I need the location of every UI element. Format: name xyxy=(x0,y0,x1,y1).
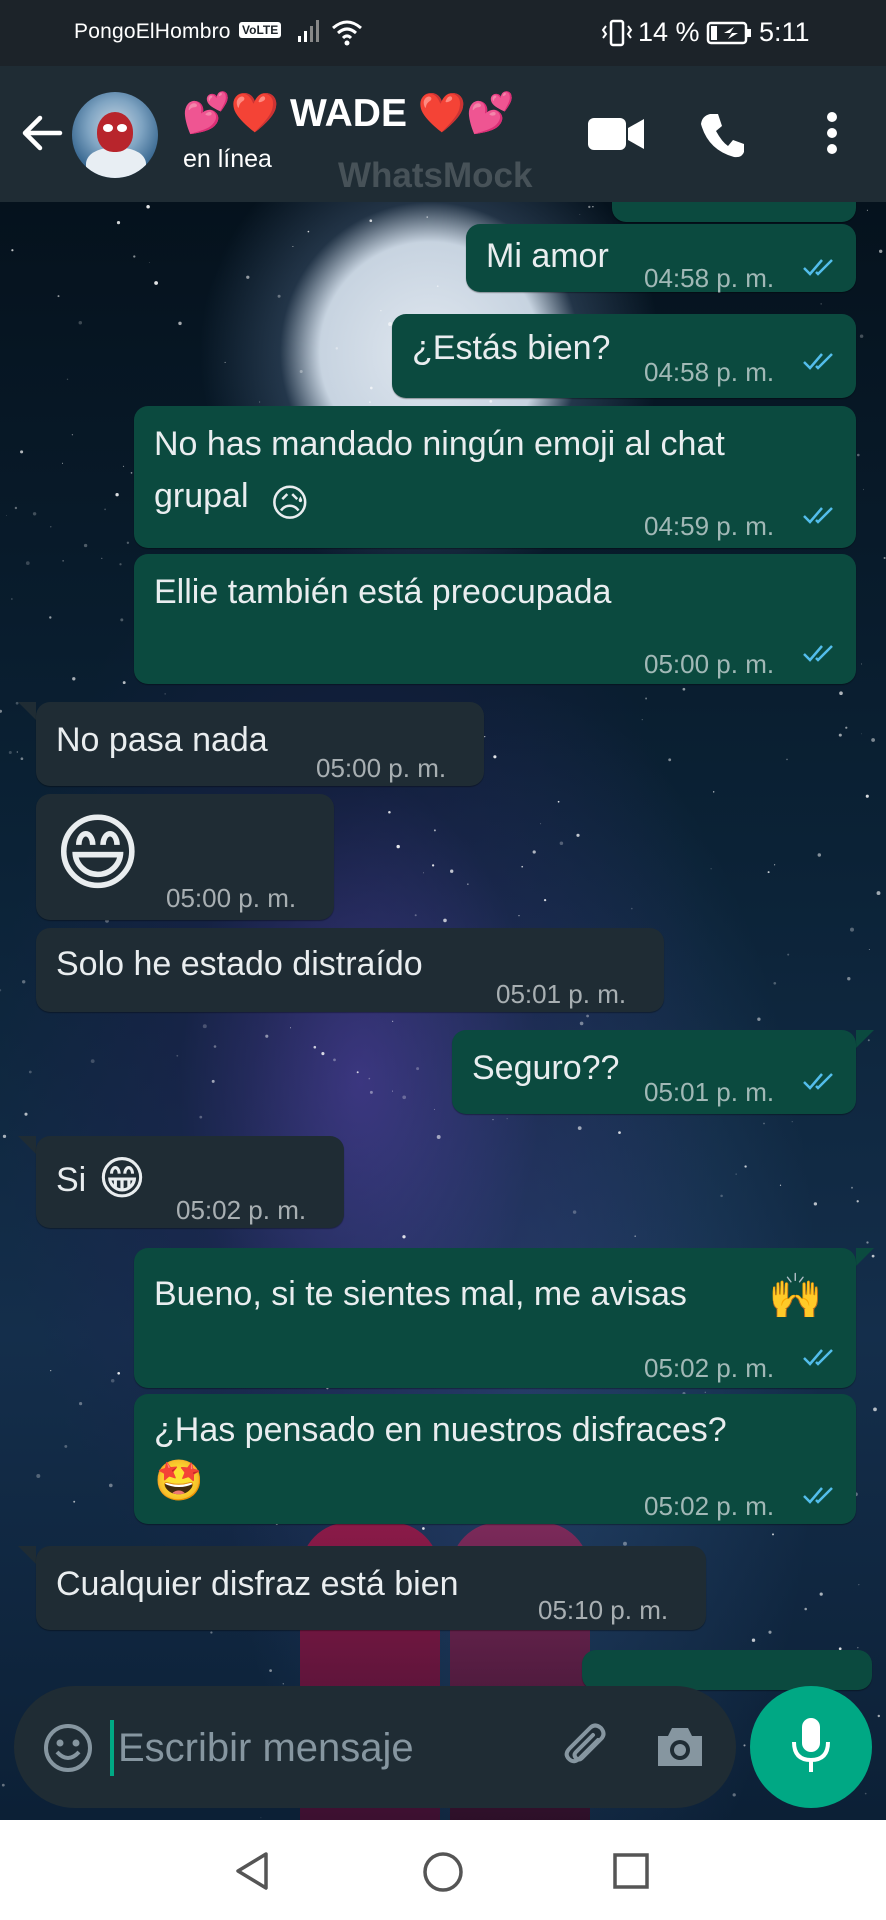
message-bubble-out[interactable]: Mi amor 04:58 p. m. xyxy=(466,224,856,293)
message-time: 04:58 p. m. xyxy=(644,357,775,387)
message-time: 05:00 p. m. xyxy=(316,753,447,783)
message-bubble-in[interactable]: Cualquier disfraz está bien 05:10 p. m. xyxy=(36,1546,706,1630)
message-bubble-out[interactable]: Ellie también está preocupada 05:00 p. m… xyxy=(134,554,856,684)
grin-emoji: 😄 xyxy=(54,806,142,900)
message-text: Cualquier disfraz está bien xyxy=(56,1565,459,1603)
watermark: WhatsMock xyxy=(338,156,533,195)
message-time: 04:58 p. m. xyxy=(644,263,775,293)
volte-badge: VoLTE xyxy=(239,22,282,38)
sad-emoji: 😥 xyxy=(270,483,310,525)
message-bubble-out[interactable]: Seguro?? 05:01 p. m. xyxy=(452,1030,856,1114)
battery-icon xyxy=(706,21,751,45)
message-time: 05:02 p. m. xyxy=(644,1353,775,1383)
message-bubble-out[interactable]: ¿Has pensado en nuestros disfraces? 🤩 05… xyxy=(134,1394,856,1524)
read-tick-icon xyxy=(803,1349,833,1366)
message-time: 05:00 p. m. xyxy=(644,649,775,679)
message-bubble-in[interactable]: Si 😁 05:02 p. m. xyxy=(36,1136,344,1228)
status-bar: PongoElHombro VoLTE 14 % 5:11 xyxy=(0,0,886,66)
clock: 5:11 xyxy=(759,17,810,47)
message-text: grupal xyxy=(154,477,249,515)
message-input[interactable] xyxy=(118,1716,558,1780)
message-bubble-in[interactable]: Solo he estado distraído 05:01 p. m. xyxy=(36,928,664,1012)
read-tick-icon xyxy=(803,1487,833,1504)
star-struck-emoji: 🤩 xyxy=(154,1459,204,1503)
chat-area[interactable]: Mi amor 04:58 p. m. ¿Estás bien? 04:58 p… xyxy=(0,202,886,1820)
attach-icon[interactable] xyxy=(560,1720,616,1776)
contact-status: en línea xyxy=(183,145,272,173)
message-bubble-out[interactable]: Bueno, si te sientes mal, me avisas 🙌 05… xyxy=(134,1248,856,1388)
phone-icon[interactable] xyxy=(698,110,748,160)
beaming-emoji: 😁 xyxy=(98,1152,146,1204)
wifi-icon xyxy=(332,20,362,46)
raising-hands-emoji: 🙌 xyxy=(768,1272,823,1321)
message-text: Mi amor xyxy=(486,237,609,275)
message-composer xyxy=(14,1686,736,1808)
message-text: ¿Has pensado en nuestros disfraces? xyxy=(154,1411,727,1449)
bubble-tail xyxy=(856,1248,874,1266)
message-bubble-out[interactable]: No has mandado ningún emoji al chat grup… xyxy=(134,406,856,548)
message-bubble-in[interactable]: No pasa nada 05:00 p. m. xyxy=(36,702,484,786)
read-tick-icon xyxy=(803,507,833,524)
mic-button[interactable] xyxy=(750,1686,872,1808)
message-bubble-partial xyxy=(612,202,856,222)
read-tick-icon xyxy=(803,353,833,370)
bubble-tail xyxy=(18,1136,36,1154)
message-bubble-out[interactable]: ¿Estás bien? 04:58 p. m. xyxy=(392,314,856,398)
system-nav-bar xyxy=(0,1820,886,1920)
vibrate-icon xyxy=(601,19,633,47)
signal-icon xyxy=(298,20,319,42)
message-text: Seguro?? xyxy=(472,1049,620,1087)
message-text: Solo he estado distraído xyxy=(56,945,423,983)
nav-recent-icon[interactable] xyxy=(612,1852,650,1890)
message-text: No pasa nada xyxy=(56,721,268,759)
message-time: 05:01 p. m. xyxy=(644,1077,775,1107)
bubble-tail xyxy=(18,1546,36,1564)
message-text: Si xyxy=(56,1161,87,1199)
text-cursor xyxy=(110,1720,114,1776)
message-time: 05:02 p. m. xyxy=(644,1491,775,1521)
read-tick-icon xyxy=(803,645,833,662)
message-bubble-in[interactable]: 😄 05:00 p. m. xyxy=(36,794,334,920)
message-bubble-partial xyxy=(582,1650,872,1690)
back-arrow-icon[interactable] xyxy=(18,110,64,156)
bubble-tail xyxy=(856,1030,874,1048)
read-tick-icon xyxy=(803,259,833,276)
avatar[interactable] xyxy=(72,92,158,178)
bubble-tail xyxy=(18,702,36,720)
video-call-icon[interactable] xyxy=(586,116,646,152)
contact-name[interactable]: 💕❤️ WADE ❤️💕 xyxy=(182,90,515,136)
message-text: Bueno, si te sientes mal, me avisas xyxy=(154,1275,687,1313)
nav-back-icon[interactable] xyxy=(232,1850,272,1892)
message-time: 05:10 p. m. xyxy=(538,1595,669,1625)
read-tick-icon xyxy=(803,1073,833,1090)
camera-icon[interactable] xyxy=(654,1724,706,1770)
message-text: No has mandado ningún emoji al chat xyxy=(154,425,725,463)
message-time: 05:00 p. m. xyxy=(166,883,297,913)
message-text: Ellie también está preocupada xyxy=(154,573,612,611)
message-time: 05:02 p. m. xyxy=(176,1195,307,1225)
message-text: ¿Estás bien? xyxy=(412,329,611,367)
nav-home-icon[interactable] xyxy=(421,1850,465,1894)
chat-header: 💕❤️ WADE ❤️💕 en línea WhatsMock xyxy=(0,66,886,202)
message-time: 05:01 p. m. xyxy=(496,979,627,1009)
carrier-name: PongoElHombro xyxy=(74,20,231,43)
message-time: 04:59 p. m. xyxy=(644,511,775,541)
battery-percent: 14 % xyxy=(638,17,700,47)
mic-icon xyxy=(792,1718,830,1772)
more-options-icon[interactable] xyxy=(822,111,842,155)
emoji-icon[interactable] xyxy=(42,1722,94,1774)
